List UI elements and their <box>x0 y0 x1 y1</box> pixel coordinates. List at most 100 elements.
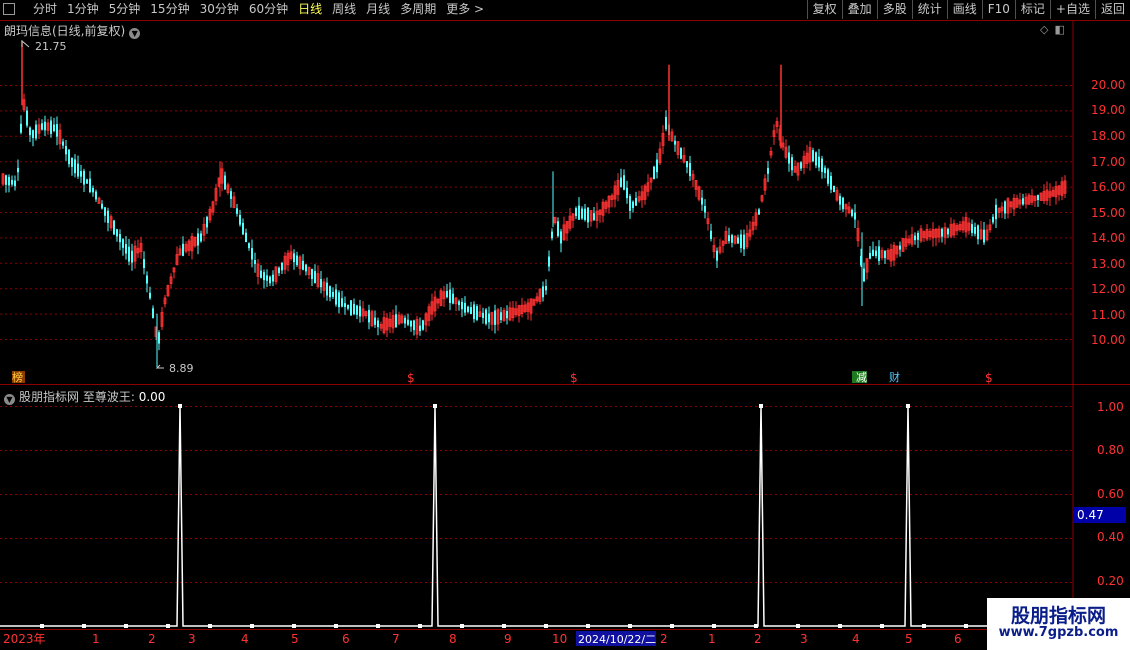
candle-body-up <box>1015 197 1019 208</box>
candle-body-up <box>670 131 674 142</box>
candle-body-down <box>488 313 490 323</box>
indicator-dot <box>460 624 464 628</box>
candle-body-up <box>769 150 773 156</box>
high-low-annotations: 21.75 8.89 <box>21 39 194 375</box>
tab-monthly[interactable]: 月线 <box>361 1 395 18</box>
price-tick: 12.00 <box>1091 282 1125 296</box>
tab-fenshi[interactable]: 分时 <box>28 1 62 18</box>
tab-5min[interactable]: 5分钟 <box>104 1 146 18</box>
tab-daily[interactable]: 日线 <box>293 1 327 18</box>
candle-body-up <box>721 241 725 246</box>
candle-body-down <box>449 289 451 304</box>
candle-body-up <box>58 129 62 145</box>
price-tick: 19.00 <box>1091 103 1125 117</box>
candle-body-up <box>454 297 458 305</box>
candle-body-up <box>526 302 530 312</box>
candle-body-down <box>332 292 334 297</box>
candle-body-up <box>136 247 140 254</box>
candle-body-up <box>919 228 923 242</box>
candle-body-up <box>892 244 896 261</box>
candle-body-down <box>89 178 91 192</box>
tab-multi-period[interactable]: 多周期 <box>395 1 441 18</box>
diamond-icon[interactable]: ◇ <box>1040 23 1048 36</box>
candle-body-up <box>430 301 434 315</box>
candle-body-down <box>863 268 865 282</box>
candle-body-up <box>778 128 782 141</box>
candle-body-down <box>77 163 79 177</box>
draw-line-button[interactable]: 画线 <box>946 0 982 19</box>
candle-body-down <box>422 320 424 330</box>
candle-body-up <box>232 196 236 209</box>
candle-body-up <box>754 212 758 226</box>
candle-body-down <box>461 301 463 310</box>
candle-body-up <box>274 266 278 282</box>
overlay-button[interactable]: 叠加 <box>841 0 877 19</box>
statistics-button[interactable]: 统计 <box>911 0 947 19</box>
candle-body-down <box>8 176 10 186</box>
candle-body-up <box>400 315 404 323</box>
panel-toggle-icon[interactable]: ◧ <box>1054 23 1064 36</box>
chevron-down-icon[interactable]: ▼ <box>4 394 15 405</box>
candle-body-up <box>256 263 260 277</box>
candle-body-up <box>307 266 311 276</box>
indicator-dot <box>922 624 926 628</box>
candle-body-down <box>467 306 469 312</box>
candle-body-down <box>545 286 547 291</box>
tab-15min[interactable]: 15分钟 <box>145 1 194 18</box>
candle-body-down <box>623 175 625 190</box>
candle-body-up <box>649 177 653 183</box>
indicator-title[interactable]: ▼ 股朋指标网 至尊波王: 0.00 <box>4 388 165 405</box>
indicator-dot <box>178 404 182 408</box>
window-menu-icon[interactable] <box>3 3 15 15</box>
tab-30min[interactable]: 30分钟 <box>195 1 244 18</box>
mark-button[interactable]: 标记 <box>1014 0 1050 19</box>
candle-body-down <box>296 255 298 266</box>
f10-button[interactable]: F10 <box>981 0 1015 19</box>
candle-body-down <box>152 308 154 319</box>
candle-body-up <box>523 304 527 313</box>
add-watchlist-button[interactable]: +自选 <box>1049 0 1095 19</box>
candle-body-up <box>844 203 848 210</box>
candle-body-up <box>502 309 506 321</box>
candle-body-up <box>178 248 182 256</box>
tab-1min[interactable]: 1分钟 <box>62 1 104 18</box>
candle-body-down <box>473 304 475 320</box>
candle-body-up <box>529 298 533 314</box>
candle-body-down <box>674 140 676 145</box>
candle-body-up <box>1060 181 1064 196</box>
candle-body-up <box>1063 180 1067 194</box>
candle-body-up <box>955 225 959 232</box>
chevron-down-icon[interactable]: ▼ <box>129 28 141 39</box>
candle-body-down <box>413 320 415 331</box>
candle-body-up <box>1030 195 1034 203</box>
tab-more[interactable]: 更多 > <box>441 1 489 18</box>
candle-body-down <box>71 158 73 167</box>
multi-stock-button[interactable]: 多股 <box>876 0 912 19</box>
candle-body-up <box>1045 189 1049 201</box>
indicator-dot <box>292 624 296 628</box>
candle-body-down <box>542 286 544 298</box>
candle-body-up <box>763 178 767 191</box>
time-label: 6 <box>342 632 350 646</box>
candle-body-up <box>985 229 989 241</box>
candle-body-down <box>92 187 94 193</box>
restore-rights-button[interactable]: 复权 <box>806 0 842 19</box>
candle-body-up <box>211 201 215 213</box>
indicator-dot <box>880 624 884 628</box>
candle-body-down <box>68 149 70 165</box>
indicator-dot <box>433 404 437 408</box>
candle-body-up <box>676 141 680 155</box>
candle-body-up <box>415 319 419 335</box>
candle-body-up <box>937 228 941 238</box>
candle-body-up <box>745 233 749 248</box>
candle-body-up <box>760 195 764 202</box>
candle-body-down <box>620 177 622 188</box>
candle-body-up <box>388 318 392 327</box>
tab-60min[interactable]: 60分钟 <box>244 1 293 18</box>
candle-body-down <box>368 309 370 323</box>
tab-weekly[interactable]: 周线 <box>327 1 361 18</box>
back-button[interactable]: 返回 <box>1094 0 1130 19</box>
chart-corner-icons: ◇ ◧ <box>1040 23 1071 36</box>
stock-title[interactable]: 朗玛信息(日线,前复权) ▼ <box>4 22 141 39</box>
candle-body-up <box>226 184 230 193</box>
